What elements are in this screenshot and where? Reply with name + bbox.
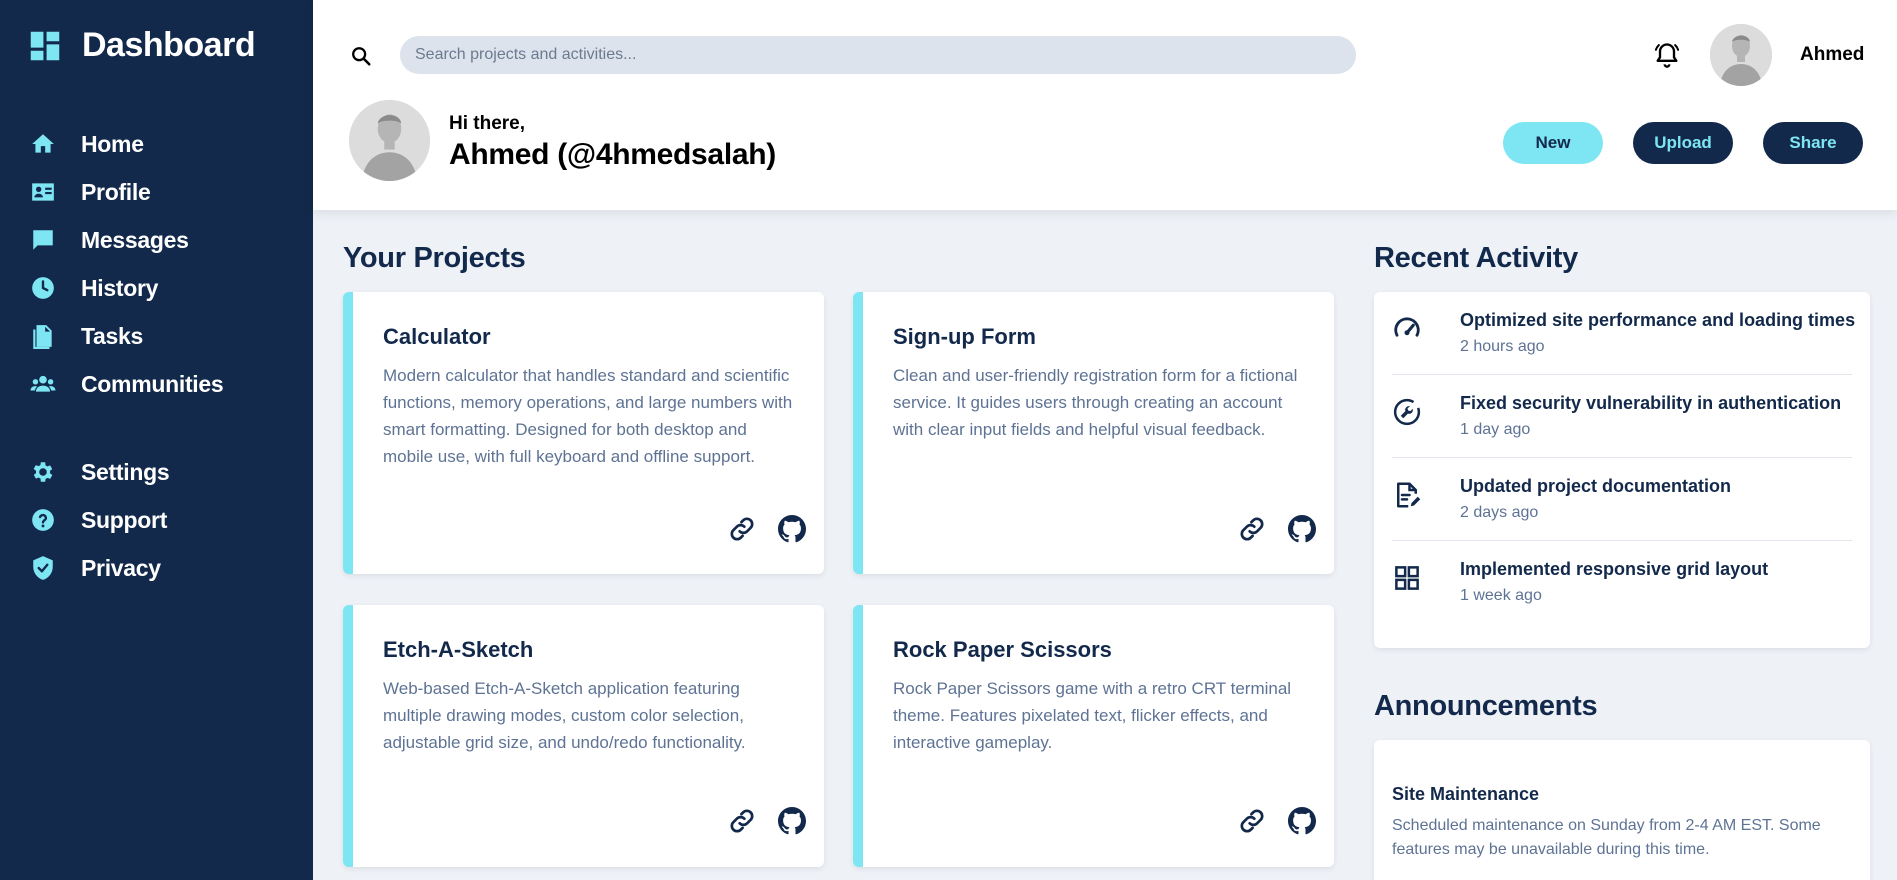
- activity-item[interactable]: Fixed security vulnerability in authenti…: [1392, 375, 1852, 458]
- github-icon[interactable]: [1288, 807, 1316, 835]
- project-description: Rock Paper Scissors game with a retro CR…: [893, 679, 1292, 752]
- project-card[interactable]: Calculator Modern calculator that handle…: [343, 292, 824, 574]
- user-avatar-icon: [1710, 24, 1772, 86]
- users-icon: [30, 375, 56, 392]
- link-icon[interactable]: [1238, 515, 1266, 543]
- user-name[interactable]: Ahmed: [1800, 44, 1864, 66]
- primary-nav: Home Profile Messages History Tasks Comm…: [30, 120, 290, 408]
- secondary-nav: Settings Support Privacy: [30, 448, 290, 592]
- bell-icon[interactable]: [1653, 41, 1681, 69]
- sidebar-item-profile[interactable]: Profile: [30, 168, 290, 216]
- full-name: Ahmed (@4hmedsalah): [449, 138, 776, 171]
- activity-title: Optimized site performance and loading t…: [1460, 310, 1856, 330]
- avatar[interactable]: [1710, 24, 1772, 86]
- upload-button[interactable]: Upload: [1633, 122, 1733, 164]
- link-icon[interactable]: [1238, 807, 1266, 835]
- github-icon[interactable]: [778, 515, 806, 543]
- user-avatar-icon: [349, 100, 430, 181]
- activity-list: Optimized site performance and loading t…: [1374, 292, 1870, 648]
- activity-title: Fixed security vulnerability in authenti…: [1460, 393, 1842, 413]
- sidebar-item-label: Home: [81, 130, 144, 157]
- speedometer-icon: [1394, 317, 1420, 337]
- grid-icon: [1395, 566, 1419, 590]
- project-title: Calculator: [383, 324, 491, 349]
- announcements-title: Announcements: [1374, 690, 1598, 722]
- project-description: Clean and user-friendly registration for…: [893, 366, 1298, 439]
- activity-title: Implemented responsive grid layout: [1460, 559, 1769, 579]
- dashboard-logo-icon: [30, 31, 60, 60]
- activity-time: 1 week ago: [1460, 587, 1542, 604]
- id-card-icon: [32, 183, 54, 201]
- announcement-text: Scheduled maintenance on Sunday from 2-4…: [1392, 817, 1821, 858]
- github-icon[interactable]: [1288, 515, 1316, 543]
- project-card[interactable]: Etch-A-Sketch Web-based Etch-A-Sketch ap…: [343, 605, 824, 867]
- link-icon[interactable]: [728, 807, 756, 835]
- sidebar: Dashboard Home Profile Messages History …: [0, 0, 313, 880]
- activity-item[interactable]: Optimized site performance and loading t…: [1392, 292, 1856, 375]
- sidebar-item-label: Messages: [81, 226, 189, 253]
- sidebar-item-label: Tasks: [81, 322, 144, 349]
- sidebar-item-label: Profile: [81, 178, 151, 205]
- new-button[interactable]: New: [1503, 122, 1603, 164]
- project-title: Sign-up Form: [893, 324, 1036, 349]
- home-icon: [32, 134, 54, 153]
- activity-time: 2 hours ago: [1460, 338, 1545, 355]
- profile-avatar: [349, 100, 430, 181]
- announcement-card[interactable]: Site Maintenance Scheduled maintenance o…: [1374, 740, 1870, 880]
- sidebar-item-messages[interactable]: Messages: [30, 216, 290, 264]
- announcement-title: Site Maintenance: [1392, 784, 1540, 804]
- project-description: Modern calculator that handles standard …: [383, 366, 793, 466]
- wrench-icon: [1393, 398, 1421, 426]
- projects-title: Your Projects: [343, 242, 526, 274]
- document-edit-icon: [1397, 482, 1421, 508]
- sidebar-item-home[interactable]: Home: [30, 120, 290, 168]
- document-icon: [33, 325, 52, 349]
- activity-title: Recent Activity: [1374, 242, 1578, 274]
- clock-icon: [32, 277, 54, 299]
- brand[interactable]: Dashboard: [26, 26, 256, 65]
- sidebar-item-history[interactable]: History: [30, 264, 290, 312]
- github-icon[interactable]: [778, 807, 806, 835]
- brand-title: Dashboard: [82, 26, 256, 64]
- sidebar-item-label: History: [81, 274, 159, 301]
- sidebar-item-support[interactable]: Support: [30, 496, 290, 544]
- search-icon[interactable]: [350, 45, 372, 67]
- sidebar-item-settings[interactable]: Settings: [30, 448, 290, 496]
- project-description: Web-based Etch-A-Sketch application feat…: [383, 679, 746, 752]
- message-icon: [33, 230, 53, 250]
- sidebar-item-label: Communities: [81, 370, 224, 397]
- sidebar-item-label: Privacy: [81, 554, 161, 581]
- project-title: Rock Paper Scissors: [893, 637, 1112, 662]
- sidebar-item-communities[interactable]: Communities: [30, 360, 290, 408]
- activity-time: 2 days ago: [1460, 504, 1539, 521]
- activity-item[interactable]: Implemented responsive grid layout 1 wee…: [1392, 541, 1852, 624]
- sidebar-item-label: Support: [81, 506, 168, 533]
- project-card[interactable]: Sign-up Form Clean and user-friendly reg…: [853, 292, 1334, 574]
- sidebar-item-privacy[interactable]: Privacy: [30, 544, 290, 592]
- sidebar-item-label: Settings: [81, 458, 170, 485]
- sidebar-item-tasks[interactable]: Tasks: [30, 312, 290, 360]
- help-icon: [32, 509, 54, 531]
- share-button[interactable]: Share: [1763, 122, 1863, 164]
- project-card[interactable]: Rock Paper Scissors Rock Paper Scissors …: [853, 605, 1334, 867]
- activity-time: 1 day ago: [1460, 421, 1531, 438]
- link-icon[interactable]: [728, 515, 756, 543]
- header: Ahmed Hi there, Ahmed (@4hmedsalah) New …: [313, 0, 1897, 210]
- shield-icon: [33, 556, 53, 580]
- activity-item[interactable]: Updated project documentation 2 days ago: [1392, 458, 1852, 541]
- activity-title: Updated project documentation: [1460, 476, 1732, 496]
- search-input[interactable]: [400, 36, 1356, 74]
- gear-icon: [33, 462, 53, 482]
- project-title: Etch-A-Sketch: [383, 637, 534, 662]
- greeting: Hi there,: [449, 113, 526, 134]
